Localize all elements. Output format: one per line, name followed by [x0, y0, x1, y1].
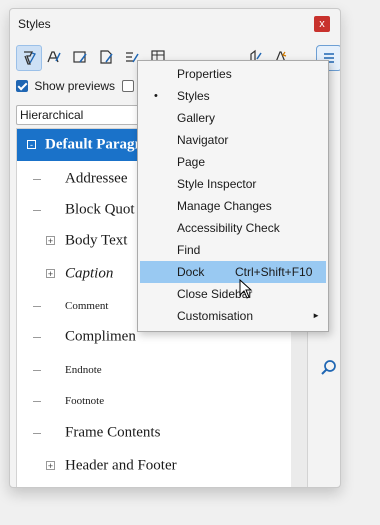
menu-item-page[interactable]: Page — [138, 151, 328, 173]
paragraph-styles-icon — [24, 51, 36, 65]
tree-line — [33, 401, 41, 402]
style-item-label: Addressee — [65, 170, 128, 187]
style-item-footnote[interactable]: Footnote — [17, 385, 291, 417]
find-button[interactable] — [316, 355, 340, 381]
radio-bullet-icon: • — [154, 90, 158, 102]
expand-icon[interactable]: + — [46, 461, 55, 471]
style-item-header-and-footer[interactable]: + Header and Footer — [17, 450, 291, 482]
style-item-label: Frame Contents — [65, 424, 161, 441]
menu-item-properties[interactable]: Properties — [138, 63, 328, 85]
show-previews-checkbox[interactable] — [16, 79, 28, 92]
style-item-label: Complimen — [65, 328, 136, 345]
menu-item-label: Customisation — [177, 309, 254, 323]
menu-item-label: Style Inspector — [177, 177, 257, 191]
menu-item-dock[interactable]: Dock Ctrl+Shift+F10 — [140, 261, 326, 283]
tree-line — [33, 306, 41, 307]
deck-titlebar: Styles x — [10, 9, 340, 37]
menu-item-styles[interactable]: • Styles — [138, 85, 328, 107]
find-icon — [321, 360, 336, 375]
show-previews-label: Show previews — [34, 78, 116, 93]
style-item-label: Default Paragra — [45, 136, 149, 153]
tree-line — [33, 210, 41, 211]
character-styles-button[interactable] — [42, 45, 66, 69]
page-styles-icon — [100, 50, 113, 64]
menu-item-label: Dock — [177, 265, 205, 279]
menu-item-accessibility-check[interactable]: Accessibility Check — [138, 217, 328, 239]
character-styles-icon — [47, 51, 61, 63]
style-item-label: Endnote — [65, 364, 102, 376]
style-item-label: Comment — [65, 300, 109, 312]
style-filter-dropdown[interactable]: Hierarchical — [16, 105, 156, 125]
menu-item-label: Manage Changes — [177, 199, 272, 213]
menu-item-style-inspector[interactable]: Style Inspector — [138, 173, 328, 195]
style-item-label: Footnote — [65, 395, 105, 407]
style-item-frame-contents[interactable]: Frame Contents — [17, 417, 291, 449]
menu-item-label: Gallery — [177, 111, 216, 125]
menu-item-navigator[interactable]: Navigator — [138, 129, 328, 151]
tree-line — [33, 179, 41, 180]
paragraph-styles-button[interactable] — [16, 45, 42, 71]
frame-styles-button[interactable] — [68, 45, 92, 69]
menu-item-label: Find — [177, 243, 201, 257]
submenu-arrow-icon: ► — [312, 311, 320, 320]
style-item-label: Block Quot — [65, 201, 135, 218]
tree-line — [33, 433, 41, 434]
style-item-label: Body Text — [65, 232, 128, 249]
expand-icon[interactable]: + — [46, 269, 55, 279]
menu-item-label: Page — [177, 155, 206, 169]
menu-item-label: Properties — [177, 67, 232, 81]
style-item-endnote[interactable]: Endnote — [17, 354, 291, 386]
menu-item-label: Styles — [177, 89, 210, 103]
menu-item-find[interactable]: Find — [138, 239, 328, 261]
spotlight-checkbox[interactable] — [122, 79, 135, 92]
menu-item-gallery[interactable]: Gallery — [138, 107, 328, 129]
tree-line — [33, 337, 41, 338]
style-item-label: Caption — [65, 265, 114, 282]
mouse-pointer-icon — [239, 279, 253, 299]
preview-options: Show previews S — [16, 78, 149, 94]
style-item-label: Header and Footer — [65, 457, 177, 474]
deck-title: Styles — [18, 17, 51, 31]
tree-line — [33, 370, 41, 371]
close-button[interactable]: x — [314, 16, 330, 32]
menu-item-manage-changes[interactable]: Manage Changes — [138, 195, 328, 217]
collapse-icon[interactable]: - — [27, 140, 36, 150]
menu-item-label: Accessibility Check — [177, 221, 280, 235]
menu-item-customisation[interactable]: Customisation ► — [138, 305, 328, 327]
frame-styles-icon — [73, 51, 87, 63]
page-styles-button[interactable] — [94, 45, 118, 69]
menu-item-close-sidebar[interactable]: Close Sidebar — [138, 283, 328, 305]
expand-icon[interactable]: + — [46, 236, 55, 246]
sidebar-context-menu: Properties • Styles Gallery Navigator Pa… — [137, 60, 329, 332]
menu-item-label: Navigator — [177, 133, 229, 147]
